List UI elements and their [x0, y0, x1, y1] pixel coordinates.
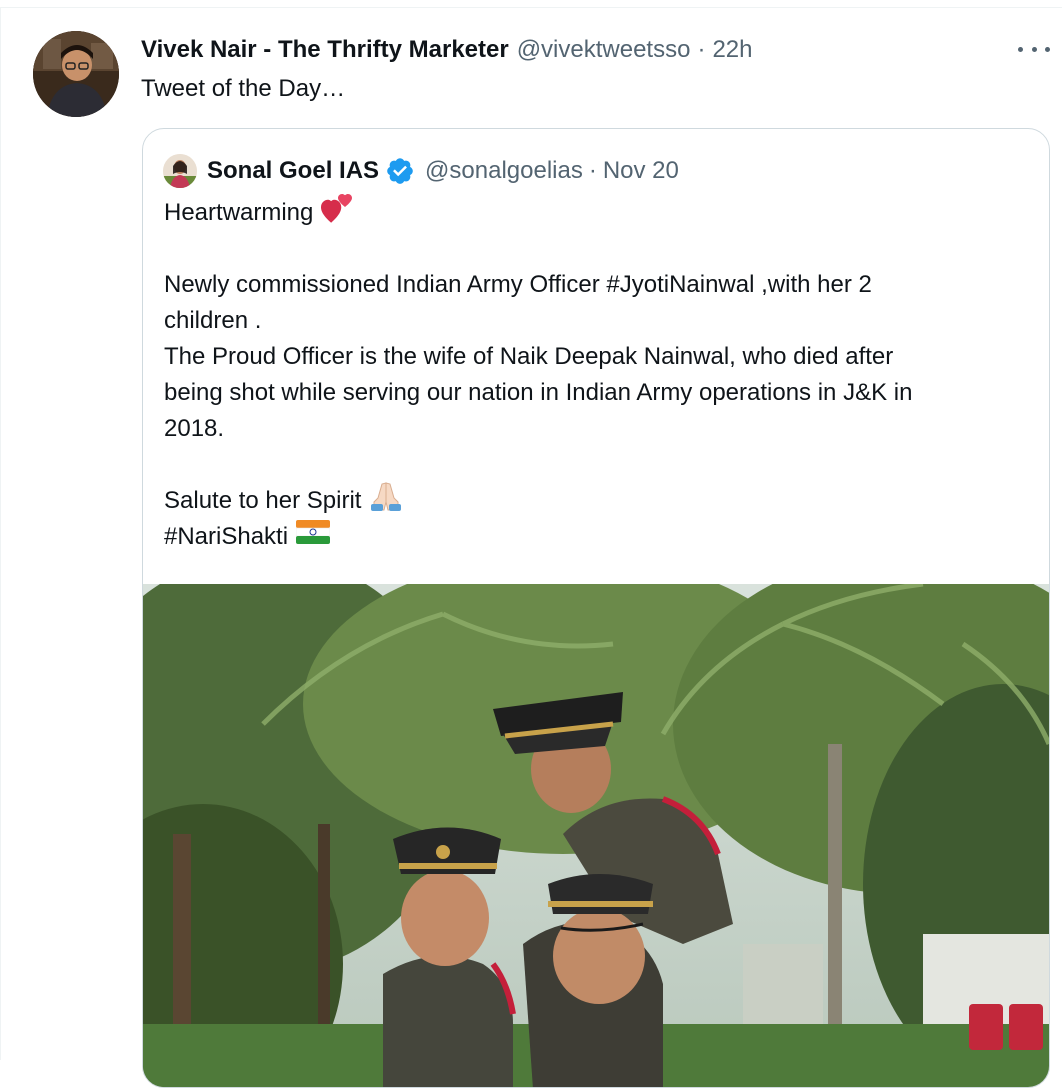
india-flag-emoji: [295, 519, 331, 555]
two-hearts-emoji: [321, 193, 355, 234]
quoted-tweet-card[interactable]: Sonal Goel IAS @sonalgoelias · Nov 20 He…: [142, 128, 1050, 1088]
more-options-button[interactable]: [1018, 36, 1050, 62]
text-line: 2018.: [164, 415, 225, 442]
tweet-photo[interactable]: [143, 584, 1049, 1087]
quoted-tweet-header: Sonal Goel IAS @sonalgoelias · Nov 20: [163, 153, 679, 189]
text-line: being shot while serving our nation in I…: [164, 379, 913, 406]
tweet-header: Vivek Nair - The Thrifty Marketer @vivek…: [141, 33, 753, 67]
author-name[interactable]: Vivek Nair - The Thrifty Marketer: [141, 36, 509, 64]
more-horizontal-icon: [1031, 46, 1037, 52]
text-segment: Heartwarming: [164, 199, 314, 226]
text-line: Heartwarming: [164, 193, 1034, 234]
divider: [0, 8, 1, 1060]
avatar[interactable]: [33, 31, 119, 117]
text-line: Salute to her Spirit: [164, 481, 1034, 519]
quoted-date[interactable]: Nov 20: [603, 157, 679, 185]
separator: ·: [697, 36, 706, 63]
divider: [0, 7, 1062, 8]
text-segment: Salute to her Spirit: [164, 487, 362, 514]
text-line: Newly commissioned Indian Army Officer #…: [164, 271, 872, 298]
quoted-avatar[interactable]: [163, 154, 197, 188]
author-handle[interactable]: @vivektweetsso: [517, 36, 691, 64]
hashtag-link[interactable]: #NariShakti: [164, 519, 288, 555]
more-horizontal-icon: [1018, 46, 1023, 52]
quoted-author-handle[interactable]: @sonalgoelias: [425, 157, 583, 185]
folded-hands-emoji: [369, 480, 403, 523]
verified-badge-icon: [385, 156, 415, 186]
timestamp[interactable]: 22h: [712, 36, 752, 64]
more-horizontal-icon: [1045, 46, 1050, 52]
quoted-author-name[interactable]: Sonal Goel IAS: [207, 157, 379, 185]
separator: ·: [588, 157, 597, 184]
text-line: #NariShakti: [164, 519, 1034, 555]
tweet-text: Tweet of the Day…: [141, 75, 346, 102]
text-line: children .: [164, 307, 262, 334]
text-line: The Proud Officer is the wife of Naik De…: [164, 343, 894, 370]
quoted-tweet-text: Heartwarming Newly commissioned Indian A…: [164, 193, 1034, 555]
